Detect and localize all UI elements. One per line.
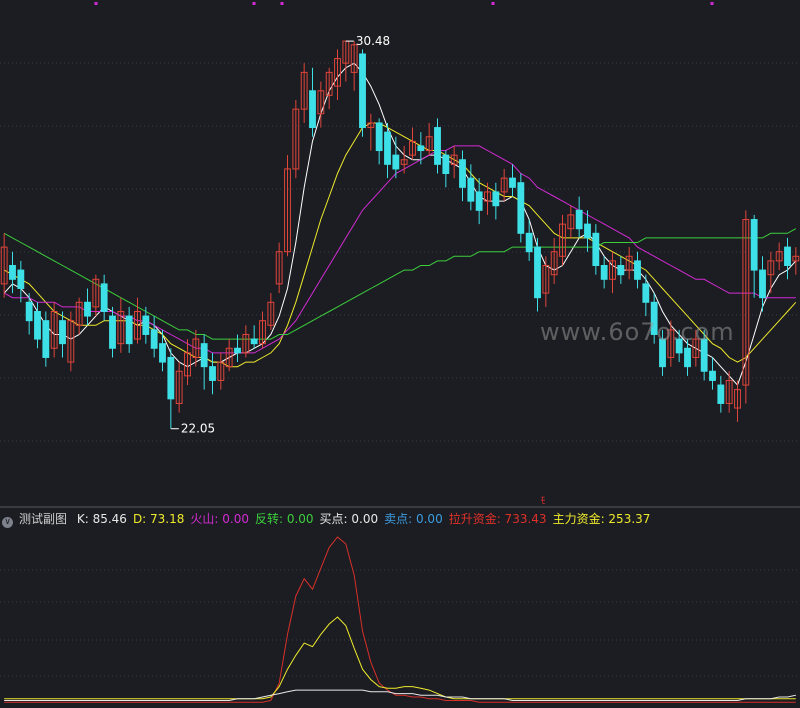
candle-body bbox=[309, 90, 316, 129]
low-mark-label: 22.05 bbox=[181, 422, 215, 436]
candle-body bbox=[717, 384, 725, 404]
top-marker bbox=[491, 2, 495, 5]
indicator-chart[interactable] bbox=[0, 508, 800, 708]
candle-body bbox=[492, 191, 500, 207]
price-chart[interactable]: 30.48 22.05 ﾓ bbox=[0, 0, 800, 508]
candle-body bbox=[459, 159, 466, 188]
candle-body bbox=[784, 246, 791, 266]
candle-body bbox=[684, 347, 691, 368]
candle-body bbox=[600, 264, 608, 280]
indicator-lines bbox=[4, 536, 796, 703]
candle-body bbox=[392, 154, 400, 170]
candlesticks bbox=[0, 40, 800, 429]
candle-body bbox=[109, 315, 116, 349]
candle-body bbox=[34, 310, 41, 340]
candle-body bbox=[209, 366, 216, 381]
indicator-line bbox=[4, 616, 796, 700]
candle-body bbox=[17, 269, 25, 289]
candle-body bbox=[467, 177, 475, 202]
candle-body bbox=[442, 154, 450, 175]
candle-body bbox=[250, 338, 258, 345]
candle-body bbox=[167, 356, 175, 400]
candle-body bbox=[584, 223, 591, 239]
candle-body bbox=[150, 329, 158, 349]
candle-body bbox=[592, 232, 600, 266]
candle-body bbox=[25, 301, 33, 322]
candle-body bbox=[359, 53, 366, 129]
top-markers bbox=[94, 2, 714, 5]
signal-marker: ﾓ bbox=[541, 496, 546, 507]
candle-body bbox=[509, 177, 516, 188]
watermark: www.6o7o.com bbox=[540, 318, 735, 346]
candle-body bbox=[617, 264, 625, 276]
candle-body bbox=[234, 347, 241, 354]
candle-body bbox=[125, 315, 133, 345]
candle-body bbox=[634, 260, 641, 280]
candle-body bbox=[84, 301, 91, 317]
candle-body bbox=[100, 283, 108, 312]
price-grid bbox=[0, 62, 800, 508]
candle-body bbox=[384, 131, 391, 165]
candle-body bbox=[375, 122, 383, 152]
top-marker bbox=[252, 2, 256, 5]
top-marker bbox=[94, 2, 98, 5]
candle-body bbox=[759, 269, 766, 299]
candle-body bbox=[534, 246, 541, 299]
top-marker bbox=[710, 2, 714, 5]
candle-body bbox=[750, 219, 758, 271]
candle-body bbox=[525, 232, 533, 253]
candle-body bbox=[517, 182, 525, 234]
candle-body bbox=[142, 315, 150, 335]
candle-body bbox=[475, 191, 483, 211]
candle-body bbox=[9, 264, 16, 280]
candle-body bbox=[59, 320, 66, 345]
candle-body bbox=[642, 283, 650, 303]
candle-body bbox=[434, 127, 441, 165]
candle-body bbox=[159, 343, 166, 363]
candle-body bbox=[709, 370, 716, 381]
candle-body bbox=[575, 209, 583, 230]
indicator-grid bbox=[0, 569, 800, 677]
top-marker bbox=[280, 2, 284, 5]
candle-body bbox=[417, 145, 425, 152]
indicator-line bbox=[4, 536, 796, 703]
candle-body bbox=[200, 343, 208, 368]
high-mark-label: 30.48 bbox=[356, 34, 390, 48]
candle-body bbox=[42, 320, 50, 358]
